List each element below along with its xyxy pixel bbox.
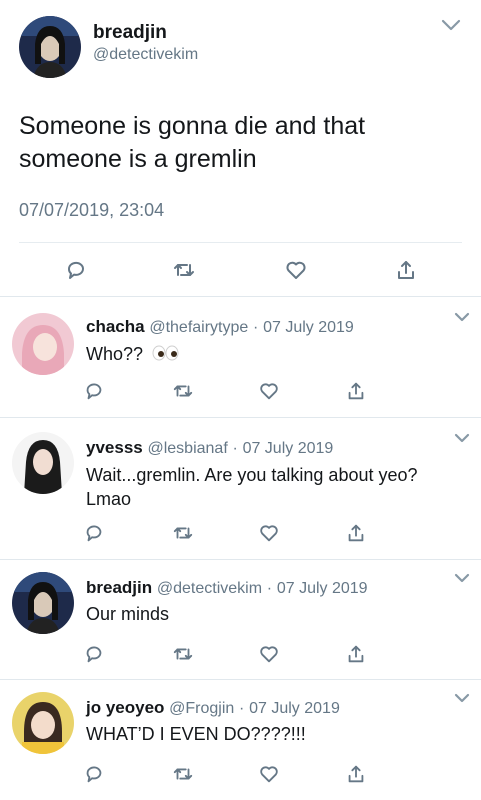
avatar[interactable] (12, 432, 74, 494)
separator-dot: · (253, 319, 259, 336)
tweet-text: Our minds (86, 604, 170, 624)
chevron-down-icon[interactable] (454, 572, 470, 584)
author-name[interactable]: breadjin (93, 22, 167, 44)
heart-icon[interactable] (258, 643, 280, 665)
eyes-emoji-icon (152, 343, 180, 367)
tweet-actions (0, 640, 481, 668)
tweet-text: Wait...gremlin. Are you talking about ye… (86, 465, 418, 509)
tweet-date[interactable]: 07 July 2019 (243, 440, 334, 457)
reply-tweet: breadjin @detectivekim · 07 July 2019 Ou… (0, 560, 481, 680)
reply-icon[interactable] (83, 763, 105, 785)
heart-icon[interactable] (258, 380, 280, 402)
avatar[interactable] (19, 16, 81, 78)
tweet-date[interactable]: 07 July 2019 (277, 580, 368, 597)
author-handle[interactable]: @Frogjin (169, 700, 234, 717)
tweet-date[interactable]: 07 July 2019 (249, 700, 340, 717)
retweet-icon[interactable] (172, 643, 194, 665)
tweet-timestamp[interactable]: 07/07/2019, 23:04 (19, 200, 164, 221)
tweet-text: Someone is gonna die and that someone is… (19, 112, 366, 173)
separator-dot: · (266, 580, 273, 597)
tweet-date[interactable]: 07 July 2019 (263, 319, 354, 336)
author-handle[interactable]: @lesbianaf (147, 440, 227, 457)
author-handle[interactable]: @detectivekim (157, 580, 262, 597)
tweet-actions (0, 519, 481, 547)
retweet-icon[interactable] (172, 258, 196, 282)
chevron-down-icon[interactable] (440, 16, 462, 34)
tweet-actions (0, 760, 481, 788)
chevron-down-icon[interactable] (454, 311, 470, 323)
author-handle[interactable]: @thefairytype (149, 319, 248, 336)
heart-icon[interactable] (258, 763, 280, 785)
chevron-down-icon[interactable] (454, 432, 470, 444)
avatar[interactable] (12, 313, 74, 375)
heart-icon[interactable] (284, 258, 308, 282)
author-name[interactable]: chacha (86, 317, 145, 336)
tweet-actions (0, 252, 481, 288)
tweet-text: Who?? (86, 344, 144, 364)
author-name[interactable]: jo yeoyeo (86, 698, 164, 717)
author-name[interactable]: breadjin (86, 578, 152, 597)
main-tweet: breadjin @detectivekim Someone is gonna … (0, 0, 481, 297)
share-icon[interactable] (345, 763, 367, 785)
retweet-icon[interactable] (172, 380, 194, 402)
heart-icon[interactable] (258, 522, 280, 544)
retweet-icon[interactable] (172, 763, 194, 785)
reply-icon[interactable] (83, 380, 105, 402)
reply-tweet: chacha @thefairytype · 07 July 2019 Who?… (0, 297, 481, 418)
separator-dot: · (239, 700, 245, 717)
chevron-down-icon[interactable] (454, 692, 470, 704)
reply-icon[interactable] (83, 643, 105, 665)
share-icon[interactable] (345, 643, 367, 665)
author-handle[interactable]: @detectivekim (93, 46, 198, 64)
share-icon[interactable] (345, 522, 367, 544)
author-name[interactable]: yvesss (86, 438, 143, 457)
share-icon[interactable] (394, 258, 418, 282)
reply-icon[interactable] (64, 258, 88, 282)
retweet-icon[interactable] (172, 522, 194, 544)
tweet-text: WHAT’D I EVEN DO????!!! (86, 724, 306, 744)
avatar[interactable] (12, 692, 74, 754)
avatar[interactable] (12, 572, 74, 634)
tweet-actions (0, 377, 481, 405)
divider (19, 242, 462, 243)
reply-tweet: jo yeoyeo @Frogjin · 07 July 2019 WHAT’D… (0, 680, 481, 800)
share-icon[interactable] (345, 380, 367, 402)
reply-icon[interactable] (83, 522, 105, 544)
separator-dot: · (232, 440, 238, 457)
reply-tweet: yvesss @lesbianaf · 07 July 2019 Wait...… (0, 418, 481, 560)
